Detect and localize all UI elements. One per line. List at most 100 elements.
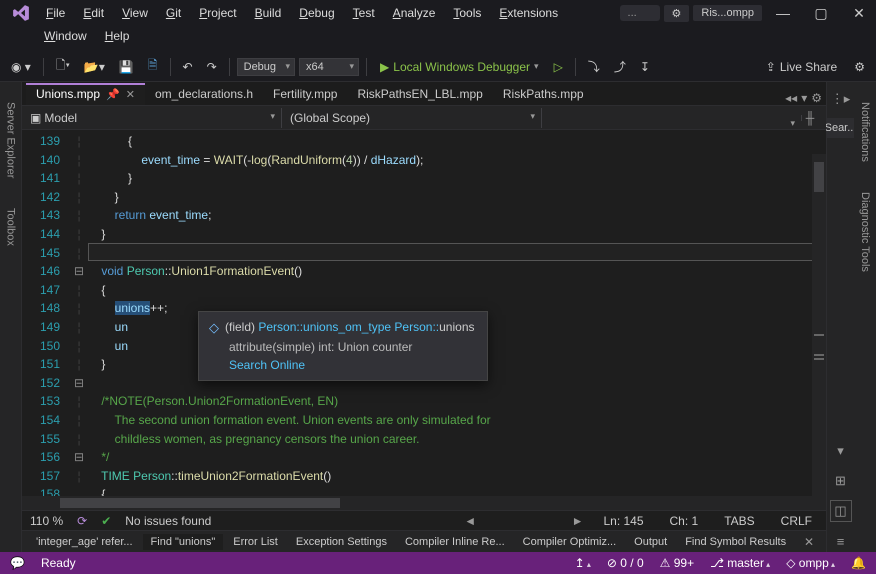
close-button[interactable]: ✕ <box>842 0 876 26</box>
tool-tab[interactable]: Error List <box>225 534 286 550</box>
menu-edit[interactable]: Edit <box>75 3 112 23</box>
col-indicator[interactable]: Ch: 1 <box>664 513 705 529</box>
liveshare-button[interactable]: ⇪ Live Share <box>758 60 845 74</box>
menu-help[interactable]: Help <box>97 26 138 46</box>
new-item-icon[interactable]: 🗋▾ <box>51 53 75 80</box>
pin-icon[interactable]: 📌 <box>106 88 120 101</box>
tooltip-kind: (field) <box>225 320 258 334</box>
menu-test[interactable]: Test <box>345 3 383 23</box>
list-icon[interactable]: ≡ <box>830 530 852 552</box>
tab-overflow-icon[interactable]: ◂◂ <box>785 91 797 105</box>
grid-icon[interactable]: ⊞ <box>830 470 852 492</box>
dropdown-icon[interactable]: ▾ <box>830 440 852 462</box>
hscroll-thumb[interactable] <box>60 498 340 508</box>
step-over-icon[interactable]: ⤴ <box>609 55 631 78</box>
horizontal-scrollbar[interactable] <box>22 496 826 510</box>
menu-file[interactable]: File <box>38 3 73 23</box>
field-icon: ◇ <box>209 320 219 336</box>
step-out-icon[interactable]: ↧ <box>635 57 655 77</box>
menu-git[interactable]: Git <box>158 3 189 23</box>
save-all-icon[interactable]: 🗎 <box>143 53 163 80</box>
minimize-button[interactable]: — <box>766 0 800 26</box>
warn-count[interactable]: ⚠ 99+ <box>660 556 694 570</box>
eol-indicator[interactable]: CRLF <box>775 513 818 529</box>
right-tool-strip-1: ⋮▸ Sear... ▾ ⊞ ◫ ≡ <box>826 82 854 552</box>
nav-member-combo[interactable]: (Global Scope) <box>282 108 542 128</box>
project-icon: ▣ <box>30 111 41 125</box>
doc-tab[interactable]: om_declarations.h <box>145 83 263 105</box>
menu-project[interactable]: Project <box>191 3 244 23</box>
issues-label[interactable]: No issues found <box>125 514 211 528</box>
tool-tab[interactable]: Compiler Optimiz... <box>515 534 625 550</box>
hscroll-left-icon[interactable]: ◄ <box>464 514 476 528</box>
manage-icon[interactable]: ⚙ <box>849 57 870 77</box>
add-source-control-icon[interactable]: ↥ <box>575 556 591 570</box>
line-indicator[interactable]: Ln: 145 <box>597 513 649 529</box>
refresh-icon[interactable]: ⟳ <box>77 514 87 528</box>
tool-tabs-close-icon[interactable]: ✕ <box>798 535 820 549</box>
doc-tab[interactable]: Unions.mpp📌✕ <box>26 83 145 105</box>
nav-function-combo[interactable] <box>542 115 802 121</box>
expand-icon[interactable]: ⋮▸ <box>830 88 852 110</box>
tool-tab[interactable]: Exception Settings <box>288 534 395 550</box>
chat-icon[interactable]: 💬 <box>10 556 25 570</box>
save-icon[interactable]: 💾 <box>114 57 139 77</box>
vscroll-thumb[interactable] <box>814 162 824 192</box>
tool-tab[interactable]: Output <box>626 534 675 550</box>
open-icon[interactable]: 📂▾ <box>79 57 110 77</box>
rail-notifications[interactable]: Notifications <box>859 102 871 162</box>
tool-tab[interactable]: Compiler Inline Re... <box>397 534 513 550</box>
rail-toolbox[interactable]: Toolbox <box>5 208 17 246</box>
start-no-debug-icon[interactable]: ▷ <box>549 57 568 77</box>
doc-tab[interactable]: RiskPathsEN_LBL.mpp <box>347 83 492 105</box>
redo-icon[interactable]: ↷ <box>202 57 222 77</box>
hover-tooltip: ◇ (field) Person::unions_om_type Person:… <box>198 311 488 381</box>
doc-tab[interactable]: RiskPaths.mpp <box>493 83 594 105</box>
indent-indicator[interactable]: TABS <box>718 513 760 529</box>
zoom-level[interactable]: 110 % <box>30 514 63 528</box>
code-editor[interactable]: 1391401411421431441451461471481491501511… <box>22 130 826 496</box>
split-icon[interactable]: ╫ <box>802 111 818 125</box>
tooltip-type-link[interactable]: Person::unions_om_type Person:: <box>258 320 439 334</box>
liveshare-label: Live Share <box>780 60 837 74</box>
undo-icon[interactable]: ↶ <box>178 57 198 77</box>
menu-debug[interactable]: Debug <box>291 3 342 23</box>
branch-indicator[interactable]: ⎇ master <box>710 556 770 570</box>
menu-view[interactable]: View <box>114 3 156 23</box>
close-tab-icon[interactable]: ✕ <box>126 88 135 101</box>
config-combo[interactable]: Debug <box>237 58 295 76</box>
repo-indicator[interactable]: ◇ ompp <box>786 556 835 570</box>
tab-gear-icon[interactable]: ⚙ <box>811 91 822 105</box>
vertical-scrollbar[interactable] <box>812 154 826 496</box>
nav-scope-combo[interactable]: ▣ Model <box>22 108 282 128</box>
error-count[interactable]: ⊘ 0 / 0 <box>607 556 644 570</box>
solution-name[interactable]: Ris...ompp <box>693 5 762 21</box>
hscroll-right-icon[interactable]: ► <box>572 514 584 528</box>
search-box[interactable]: ... <box>620 5 660 21</box>
menu-build[interactable]: Build <box>247 3 290 23</box>
tool-tab[interactable]: 'integer_age' refer... <box>28 534 141 550</box>
tool-tab[interactable]: Find "unions" <box>143 534 224 550</box>
tab-dropdown-icon[interactable]: ▾ <box>801 91 807 105</box>
maximize-button[interactable]: ▢ <box>804 0 838 26</box>
tool-tab[interactable]: Find Symbol Results <box>677 534 794 550</box>
rail-diagnostic-tools[interactable]: Diagnostic Tools <box>859 192 871 272</box>
rail-server-explorer[interactable]: Server Explorer <box>5 102 17 178</box>
step-icon[interactable]: ⤵ <box>583 55 605 78</box>
start-debug-button[interactable]: ▶ Local Windows Debugger ▾ <box>374 58 545 76</box>
tooltip-search-online[interactable]: Search Online <box>229 358 477 372</box>
menu-tools[interactable]: Tools <box>445 3 489 23</box>
panel-icon[interactable]: ◫ <box>830 500 852 522</box>
nav-back-icon[interactable]: ◉ ▾ <box>6 57 36 77</box>
editor-status-bar: 110 % ⟳ ✔ No issues found ◄ ► Ln: 145 Ch… <box>22 510 826 530</box>
notifications-icon[interactable]: 🔔 <box>851 556 866 570</box>
outline-margin[interactable]: ¦¦¦¦¦¦¦⊟ ¦¦¦¦¦⊟¦¦¦⊟¦ <box>70 130 88 496</box>
menu-window[interactable]: Window <box>36 26 95 46</box>
platform-combo[interactable]: x64 <box>299 58 359 76</box>
tool-window-tabs: 'integer_age' refer...Find "unions"Error… <box>22 530 826 552</box>
account-icon[interactable]: ⚙ <box>664 5 690 22</box>
doc-tab[interactable]: Fertility.mpp <box>263 83 347 105</box>
menu-extensions[interactable]: Extensions <box>491 3 566 23</box>
menu-analyze[interactable]: Analyze <box>385 3 444 23</box>
nav-scope-label: Model <box>44 111 77 125</box>
